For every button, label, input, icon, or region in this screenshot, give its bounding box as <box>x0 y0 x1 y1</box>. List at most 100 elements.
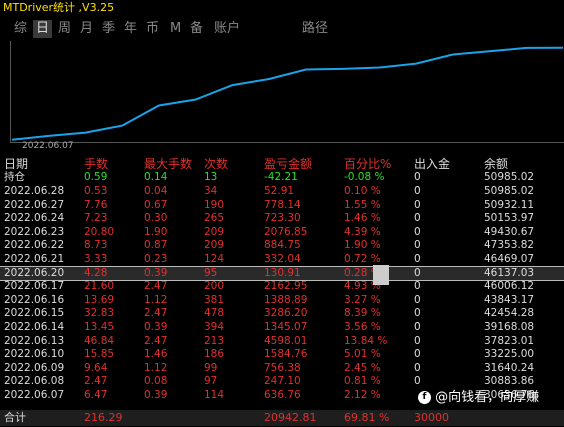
table-row[interactable]: 2022.06.24 7.23 0.30 265 723.30 1.46 % 0 50153.… <box>0 212 564 226</box>
total-io: 30000 <box>414 411 449 424</box>
table-row[interactable]: 2022.06.20 4.28 0.39 95 130.91 0.28 % 0 46137.0… <box>0 265 564 282</box>
cell-balance: 43843.17 <box>484 293 535 306</box>
column-header[interactable]: 盈亏金额 <box>264 155 312 171</box>
table-row[interactable]: 2022.06.23 20.80 1.90 209 2076.85 4.39 % 0 4943… <box>0 226 564 240</box>
tab-7[interactable]: M <box>170 20 181 38</box>
table-row[interactable]: 2022.06.10 15.85 1.46 186 1584.76 5.01 % 0 3322… <box>0 348 564 362</box>
column-header[interactable]: 余额 <box>484 155 508 171</box>
column-header[interactable]: 最大手数 <box>144 155 192 171</box>
cell-lots: 21.60 <box>84 280 115 293</box>
table-row[interactable]: 2022.06.28 0.53 0.04 34 52.91 0.10 % 0 50985.02 <box>0 185 564 199</box>
cell-pnl: 2162.95 <box>264 280 308 293</box>
tab-3[interactable]: 月 <box>80 20 93 38</box>
cell-max-lots: 0.67 <box>144 198 168 211</box>
tab-8[interactable]: 备 <box>190 20 203 38</box>
column-header[interactable]: 日期 <box>4 155 28 171</box>
x-axis-label: 2022.06.07 <box>22 141 74 151</box>
cell-pnl: 4598.01 <box>264 334 308 347</box>
cell-max-lots: 1.90 <box>144 225 168 238</box>
cell-balance: 50985.02 <box>484 185 535 197</box>
cell-balance: 46469.07 <box>484 253 535 265</box>
cell-balance: 42454.28 <box>484 307 535 320</box>
cell-io: 0 <box>414 280 421 293</box>
tab-0[interactable]: 综 <box>14 20 27 38</box>
cell-count: 209 <box>204 239 225 252</box>
cell-lots: 7.23 <box>84 212 108 225</box>
cell-pct: 2.12 % <box>344 389 381 401</box>
cell-pnl: 884.75 <box>264 239 301 252</box>
cell-balance: 49430.67 <box>484 225 535 238</box>
cell-date: 2022.06.15 <box>4 307 65 320</box>
cell-pnl: 778.14 <box>264 198 301 211</box>
cell-pnl: 1388.89 <box>264 293 308 306</box>
cell-pct: -0.08 % <box>344 171 385 183</box>
table-row[interactable]: 持仓 0.59 0.14 13 -42.21 -0.08 % 0 50985.02 <box>0 171 564 185</box>
cell-date: 2022.06.24 <box>4 212 65 225</box>
table-row[interactable]: 2022.06.21 3.33 0.23 124 332.04 0.72 % 0 46469.… <box>0 253 564 267</box>
cell-date: 持仓 <box>4 171 25 183</box>
tab-6[interactable]: 币 <box>146 20 159 38</box>
total-pnl: 20942.81 <box>264 411 317 424</box>
table-row[interactable]: 2022.06.09 9.64 1.12 99 756.38 2.45 % 0 31640.2… <box>0 362 564 376</box>
column-header[interactable]: 出入金 <box>414 155 450 171</box>
cell-max-lots: 0.39 <box>144 321 168 333</box>
cell-date: 2022.06.13 <box>4 334 65 347</box>
cell-balance: 37823.01 <box>484 334 535 347</box>
balance-series-line <box>11 46 564 141</box>
cell-pnl: 1584.76 <box>264 348 308 361</box>
cell-balance: 47353.82 <box>484 239 535 252</box>
cell-date: 2022.06.09 <box>4 361 65 374</box>
watermark: f @向钱看，向厚赚 <box>418 386 539 405</box>
table-row[interactable]: 2022.06.22 8.73 0.87 209 884.75 1.90 % 0 47353.… <box>0 239 564 253</box>
tab-9[interactable]: 账户 <box>214 20 240 38</box>
cell-max-lots: 0.87 <box>144 239 168 252</box>
cell-date: 2022.06.28 <box>4 185 65 197</box>
cell-io: 0 <box>414 171 421 183</box>
tab-5[interactable]: 年 <box>124 20 137 38</box>
tab-1[interactable]: 日 <box>33 20 53 38</box>
table-row[interactable]: 2022.06.17 21.60 2.47 200 2162.95 4.93 % 0 4600… <box>0 280 564 294</box>
cell-date: 2022.06.23 <box>4 225 65 238</box>
total-pct: 69.81 % <box>344 411 390 424</box>
balance-line-chart <box>11 46 564 141</box>
tab-10[interactable]: 路径 <box>302 20 328 38</box>
scroll-thumb[interactable] <box>373 265 389 285</box>
column-header[interactable]: 百分比% <box>344 155 391 171</box>
cell-lots: 6.47 <box>84 389 108 401</box>
cell-balance: 50932.11 <box>484 198 535 211</box>
cell-max-lots: 1.12 <box>144 293 168 306</box>
total-label: 合计 <box>4 411 26 424</box>
cell-max-lots: 0.30 <box>144 212 168 225</box>
cell-date: 2022.06.20 <box>4 266 65 279</box>
cell-pct: 5.01 % <box>344 348 381 361</box>
cell-count: 478 <box>204 307 225 320</box>
cell-pct: 2.45 % <box>344 361 381 374</box>
tab-4[interactable]: 季 <box>102 20 115 38</box>
cell-count: 97 <box>204 375 218 388</box>
tab-2[interactable]: 周 <box>58 20 71 38</box>
cell-io: 0 <box>414 293 421 306</box>
cell-max-lots: 0.39 <box>144 266 168 279</box>
cell-date: 2022.06.08 <box>4 375 65 388</box>
cell-io: 0 <box>414 225 421 238</box>
cell-count: 200 <box>204 280 225 293</box>
table-row[interactable]: 2022.06.27 7.76 0.67 190 778.14 1.55 % 0 50932.… <box>0 199 564 213</box>
table-row[interactable]: 2022.06.16 13.69 1.12 381 1388.89 3.27 % 0 4384… <box>0 294 564 308</box>
table-row[interactable]: 2022.06.15 32.83 2.47 478 3286.20 8.39 % 0 4245… <box>0 307 564 321</box>
window-title: MTDriver统计 ,V3.25 <box>0 0 564 16</box>
weibo-icon: f <box>418 391 431 404</box>
cell-max-lots: 0.04 <box>144 185 168 197</box>
cell-io: 0 <box>414 212 421 225</box>
cell-balance: 50153.97 <box>484 212 535 225</box>
cell-count: 265 <box>204 212 225 225</box>
table-row[interactable]: 2022.06.13 46.84 2.47 213 4598.01 13.84 % 0 378… <box>0 335 564 349</box>
cell-count: 99 <box>204 361 218 374</box>
cell-date: 2022.06.22 <box>4 239 65 252</box>
cell-count: 34 <box>204 185 218 197</box>
cell-count: 190 <box>204 198 225 211</box>
cell-lots: 20.80 <box>84 225 115 238</box>
column-header[interactable]: 次数 <box>204 155 228 171</box>
cell-io: 0 <box>414 348 421 361</box>
table-row[interactable]: 2022.06.14 13.45 0.39 394 1345.07 3.56 % 0 3916… <box>0 321 564 335</box>
column-header[interactable]: 手数 <box>84 155 108 171</box>
